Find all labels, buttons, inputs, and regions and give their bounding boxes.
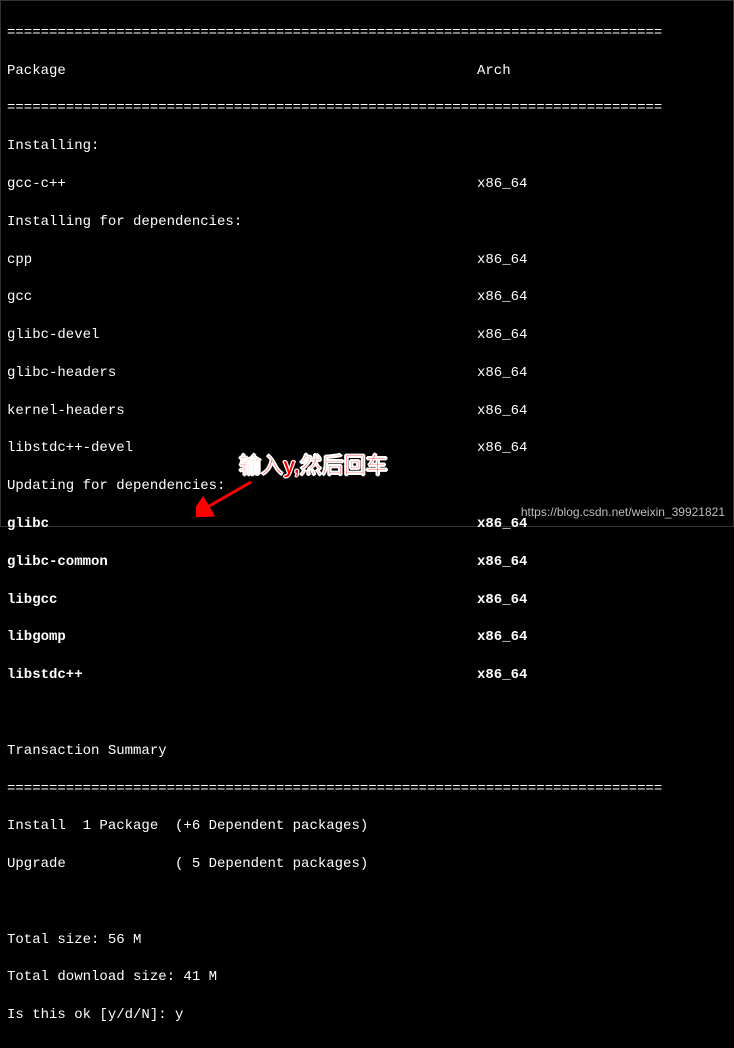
- summary-title: Transaction Summary: [7, 742, 727, 761]
- table-row: libgccx86_64: [7, 591, 727, 610]
- divider: ========================================…: [7, 99, 727, 118]
- divider: ========================================…: [7, 780, 727, 799]
- header-row: PackageArch: [7, 62, 727, 81]
- table-row: libgompx86_64: [7, 628, 727, 647]
- table-row: gcc-c++x86_64: [7, 175, 727, 194]
- total-download-size: Total download size: 41 M: [7, 968, 727, 987]
- pkg-name: glibc-headers: [7, 364, 477, 383]
- pkg-arch: x86_64: [477, 591, 527, 610]
- pkg-arch: x86_64: [477, 553, 527, 572]
- user-input[interactable]: y: [175, 1007, 183, 1023]
- table-row: libstdc++-develx86_64: [7, 439, 727, 458]
- pkg-arch: x86_64: [477, 666, 527, 685]
- pkg-arch: x86_64: [477, 439, 527, 458]
- pkg-name: cpp: [7, 251, 477, 270]
- pkg-name: kernel-headers: [7, 402, 477, 421]
- table-row: gccx86_64: [7, 288, 727, 307]
- pkg-arch: x86_64: [477, 251, 527, 270]
- pkg-arch: x86_64: [477, 515, 527, 534]
- table-row: glibc-develx86_64: [7, 326, 727, 345]
- blank-line: [7, 704, 727, 723]
- installing-deps-label: Installing for dependencies:: [7, 213, 727, 232]
- divider: ========================================…: [7, 24, 727, 43]
- pkg-arch: x86_64: [477, 326, 527, 345]
- confirm-prompt-row: Is this ok [y/d/N]: y: [7, 1006, 727, 1025]
- pkg-arch: x86_64: [477, 364, 527, 383]
- table-row: libstdc++x86_64: [7, 666, 727, 685]
- install-line: Install 1 Package (+6 Dependent packages…: [7, 817, 727, 836]
- header-package: Package: [7, 62, 477, 81]
- pkg-name: glibc-devel: [7, 326, 477, 345]
- pkg-name: gcc-c++: [7, 175, 477, 194]
- watermark: https://blog.csdn.net/weixin_39921821: [521, 504, 725, 520]
- table-row: glibc-commonx86_64: [7, 553, 727, 572]
- pkg-name: libstdc++: [7, 666, 477, 685]
- table-row: kernel-headersx86_64: [7, 402, 727, 421]
- table-row: glibc-headersx86_64: [7, 364, 727, 383]
- table-row: cppx86_64: [7, 251, 727, 270]
- blank-line: [7, 893, 727, 912]
- pkg-name: gcc: [7, 288, 477, 307]
- pkg-arch: x86_64: [477, 402, 527, 421]
- installing-label: Installing:: [7, 137, 727, 156]
- pkg-name: libstdc++-devel: [7, 439, 477, 458]
- header-arch: Arch: [477, 62, 511, 81]
- pkg-name: glibc-common: [7, 553, 477, 572]
- pkg-name: libgomp: [7, 628, 477, 647]
- updating-deps-label: Updating for dependencies:: [7, 477, 727, 496]
- upgrade-line: Upgrade ( 5 Dependent packages): [7, 855, 727, 874]
- pkg-arch: x86_64: [477, 288, 527, 307]
- pkg-name: libgcc: [7, 591, 477, 610]
- pkg-arch: x86_64: [477, 175, 527, 194]
- pkg-name: glibc: [7, 515, 477, 534]
- pkg-arch: x86_64: [477, 628, 527, 647]
- confirm-prompt: Is this ok [y/d/N]:: [7, 1007, 175, 1023]
- total-size: Total size: 56 M: [7, 931, 727, 950]
- terminal-output: ========================================…: [1, 1, 733, 1048]
